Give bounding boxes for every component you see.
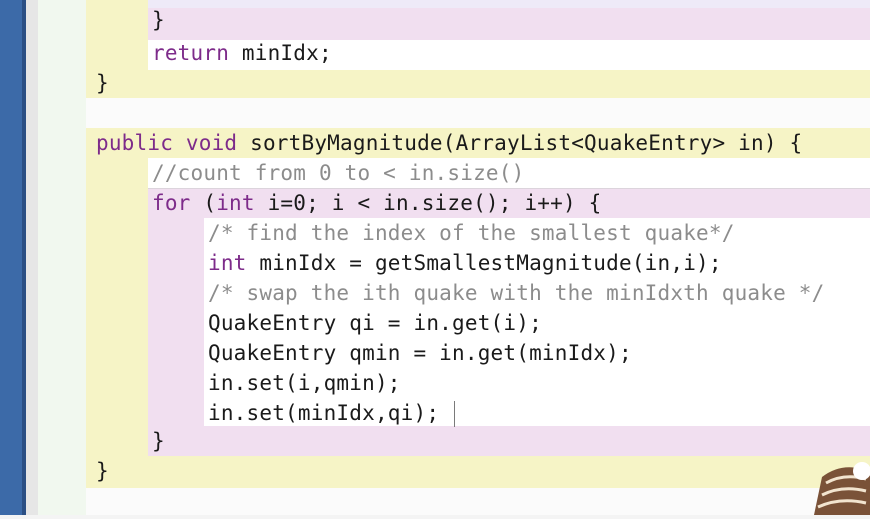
code-line-method-signature[interactable]: public void sortByMagnitude(ArrayList<Qu… <box>96 128 802 158</box>
code-text: ( <box>190 191 217 215</box>
code-comment[interactable]: /* find the index of the smallest quake*… <box>208 218 735 248</box>
scope-block-method-top-bottom <box>86 70 870 98</box>
code-line[interactable]: in.set(minIdx,qi); <box>208 398 439 428</box>
code-line[interactable]: QuakeEntry qi = in.get(i); <box>208 308 542 338</box>
code-line[interactable]: in.set(i,qmin); <box>208 368 401 398</box>
person-figure-icon <box>800 455 870 515</box>
method-signature-text: sortByMagnitude(ArrayList<QuakeEntry> in… <box>237 131 803 155</box>
code-line[interactable]: } <box>96 456 109 486</box>
code-text: minIdx = getSmallestMagnitude(in,i); <box>246 251 722 275</box>
keyword-for: for <box>152 191 191 215</box>
code-line-for[interactable]: for (int i=0; i < in.size(); i++) { <box>152 188 602 218</box>
editor-gutter <box>26 0 38 515</box>
keyword-public: public <box>96 131 174 155</box>
code-line[interactable]: int minIdx = getSmallestMagnitude(in,i); <box>208 248 722 278</box>
closing-brace: } <box>152 8 165 32</box>
code-line[interactable]: } <box>152 426 165 456</box>
closing-brace: } <box>96 459 109 483</box>
comment-text: //count from 0 to < in.size() <box>152 161 525 185</box>
window-left-bar <box>0 0 22 515</box>
code-line[interactable]: } <box>152 5 165 35</box>
scope-block-inner-top <box>86 0 870 8</box>
keyword-return: return <box>152 41 230 65</box>
keyword-int: int <box>216 191 255 215</box>
keyword-void: void <box>185 131 238 155</box>
keyword-int: int <box>208 251 247 275</box>
editor-margin <box>38 0 86 515</box>
code-editor[interactable]: } return minIdx; } public void sortByMag… <box>86 0 870 515</box>
comment-text: /* find the index of the smallest quake*… <box>208 221 735 245</box>
code-line[interactable]: return minIdx; <box>152 38 332 68</box>
closing-brace: } <box>152 429 165 453</box>
comment-text: /* swap the ith quake with the minIdxth … <box>208 281 825 305</box>
code-text: QuakeEntry qi = in.get(i); <box>208 311 542 335</box>
code-line[interactable]: QuakeEntry qmin = in.get(minIdx); <box>208 338 632 368</box>
code-comment[interactable]: //count from 0 to < in.size() <box>152 158 524 188</box>
code-line[interactable]: } <box>96 68 109 98</box>
code-text: in.set(i,qmin); <box>208 371 401 395</box>
scope-block-loop-top <box>86 8 870 40</box>
code-comment[interactable]: /* swap the ith quake with the minIdxth … <box>208 278 824 308</box>
text-cursor <box>454 401 455 427</box>
code-text: in.set(minIdx,qi); <box>208 401 440 425</box>
closing-brace: } <box>96 71 109 95</box>
code-text: i=0; i < in.size(); i++) { <box>254 191 602 215</box>
code-text: minIdx; <box>229 41 332 65</box>
code-text: QuakeEntry qmin = in.get(minIdx); <box>208 341 632 365</box>
